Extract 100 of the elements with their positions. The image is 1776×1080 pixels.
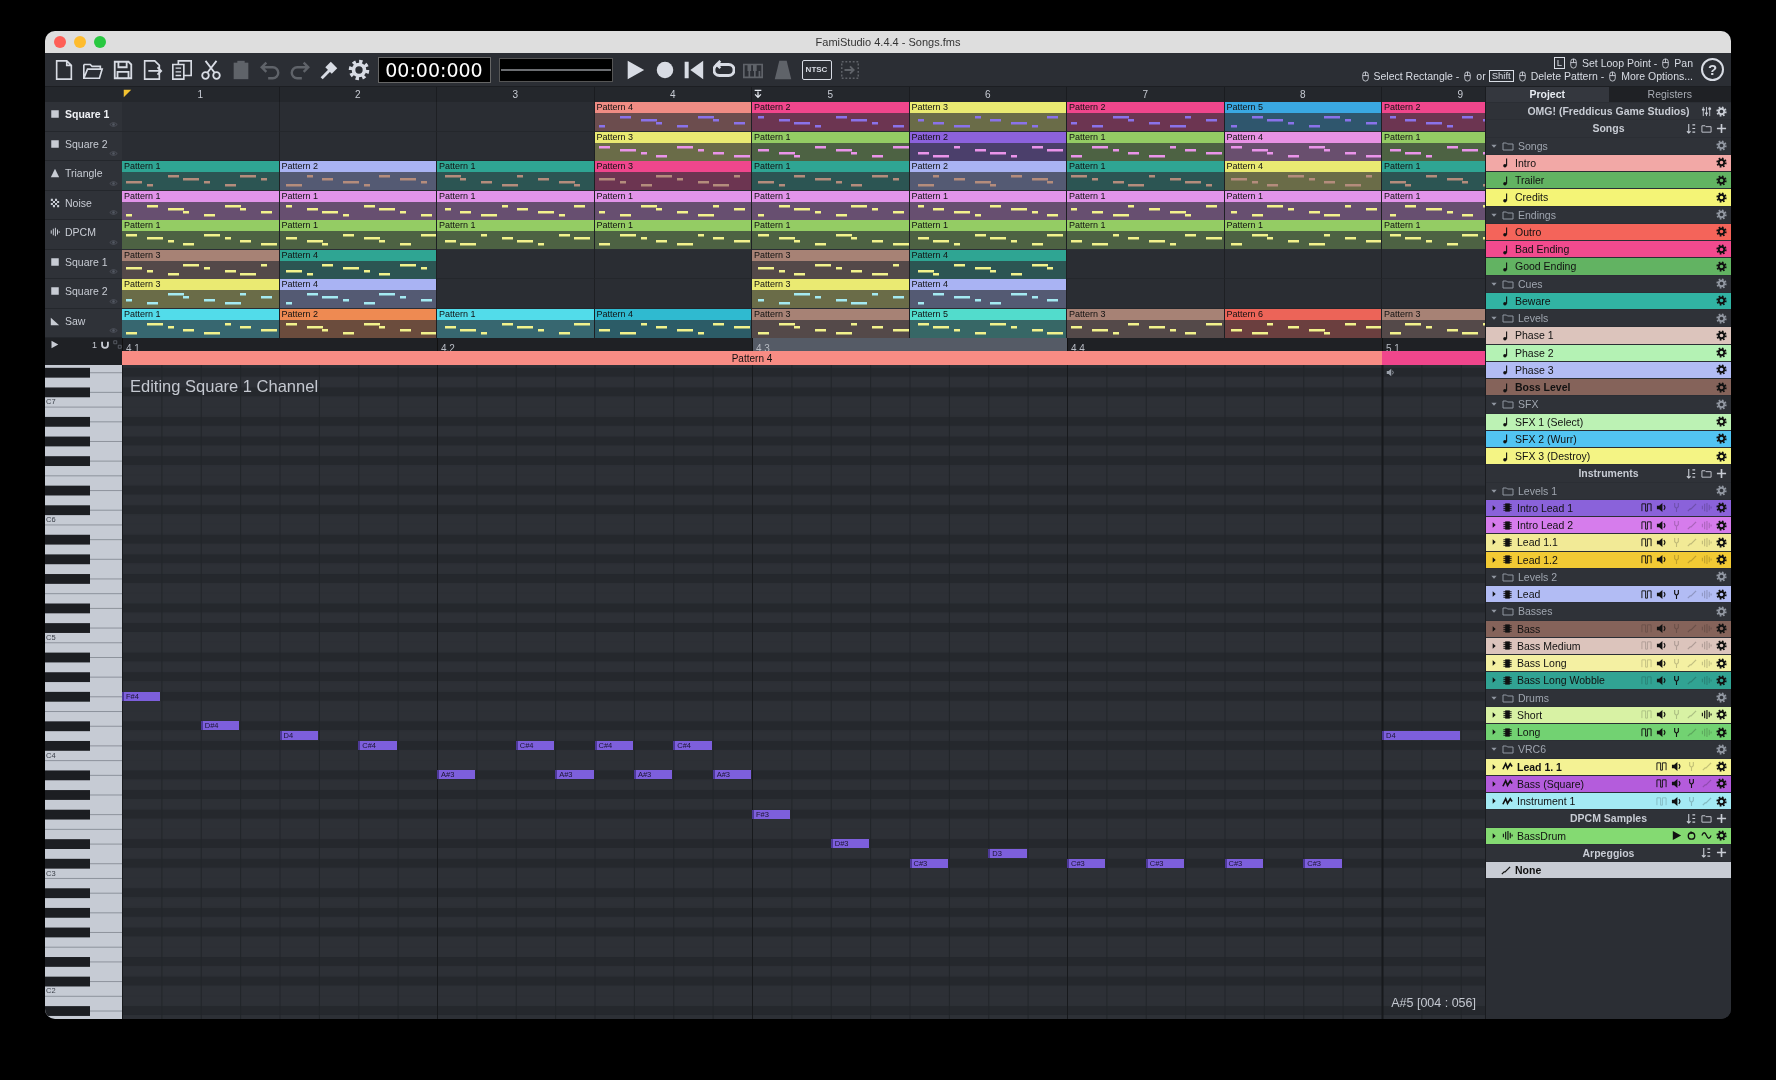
song-name: Phase 1 — [1515, 329, 1555, 342]
pattern-clip[interactable]: Pattern 3 — [909, 102, 1067, 132]
channel-header[interactable]: Triangle — [45, 161, 122, 191]
pattern-clip[interactable]: Pattern 1 — [1067, 131, 1225, 161]
song-item[interactable]: Beware — [1486, 292, 1731, 309]
pattern-clip[interactable]: Pattern 4 — [279, 279, 437, 309]
song-item[interactable]: Good Ending — [1486, 258, 1731, 275]
instrument-item[interactable]: Lead — [1486, 586, 1731, 603]
pattern-clip[interactable]: Pattern 2 — [1067, 102, 1225, 132]
instrument-item[interactable]: Bass Long Wobble — [1486, 672, 1731, 689]
pattern-label: Pattern 3 — [122, 249, 279, 261]
song-item[interactable]: Credits — [1486, 189, 1731, 206]
pattern-clip[interactable]: Pattern 1 — [437, 220, 595, 250]
pattern-clip[interactable]: Pattern 4 — [594, 308, 752, 338]
pattern-clip[interactable]: Pattern 3 — [752, 308, 910, 338]
channel-name: Triangle — [65, 167, 103, 179]
pattern-clip[interactable]: Pattern 2 — [909, 131, 1067, 161]
instrument-item[interactable]: Lead 1.2 — [1486, 551, 1731, 568]
pattern-clip[interactable]: Pattern 1 — [279, 190, 437, 220]
instrument-item[interactable]: Bass Long — [1486, 655, 1731, 672]
pattern-clip[interactable]: Pattern 1 — [909, 190, 1067, 220]
song-item[interactable]: Intro — [1486, 154, 1731, 171]
help-button[interactable]: ? — [1701, 58, 1724, 81]
pattern-clip[interactable]: Pattern 3 — [594, 131, 752, 161]
song-item[interactable]: Boss Level — [1486, 379, 1731, 396]
song-item[interactable]: SFX 2 (Wurr) — [1486, 430, 1731, 447]
column-number: 7 — [1142, 89, 1149, 100]
panel-tab[interactable]: Registers — [1608, 87, 1731, 102]
arpeggio-item[interactable]: None — [1486, 862, 1731, 879]
channel-header[interactable]: Square 1 — [45, 249, 122, 279]
pattern-clip[interactable]: Pattern 1 — [752, 161, 910, 191]
song-item[interactable]: Bad Ending — [1486, 241, 1731, 258]
pattern-clip[interactable]: Pattern 1 — [1224, 220, 1382, 250]
pattern-clip[interactable]: Pattern 1 — [437, 161, 595, 191]
pattern-clip[interactable]: Pattern 1 — [122, 220, 280, 250]
pattern-clip[interactable]: Pattern 1 — [437, 190, 595, 220]
song-item[interactable]: Phase 3 — [1486, 361, 1731, 378]
pattern-clip[interactable]: Pattern 3 — [1067, 308, 1225, 338]
instrument-item[interactable]: Bass (Square) — [1486, 775, 1731, 792]
pattern-clip[interactable]: Pattern 1 — [122, 161, 280, 191]
pattern-clip[interactable]: Pattern 1 — [1224, 190, 1382, 220]
pattern-label: Pattern 1 — [752, 190, 909, 202]
machine-button[interactable]: NTSC — [801, 59, 832, 80]
snap-value[interactable]: 1 — [92, 339, 97, 350]
channel-header[interactable]: Square 2 — [45, 131, 122, 161]
instrument-item[interactable]: Instrument 1 — [1486, 793, 1731, 810]
pattern-clip[interactable]: Pattern 1 — [594, 220, 752, 250]
pattern-clip[interactable]: Pattern 3 — [594, 161, 752, 191]
pattern-clip[interactable]: Pattern 2 — [909, 161, 1067, 191]
pattern-clip[interactable]: Pattern 3 — [122, 279, 280, 309]
pattern-clip[interactable]: Pattern 1 — [909, 220, 1067, 250]
pattern-clip[interactable]: Pattern 4 — [909, 249, 1067, 279]
pattern-clip[interactable]: Pattern 6 — [1224, 308, 1382, 338]
song-item[interactable]: SFX 3 (Destroy) — [1486, 448, 1731, 465]
pattern-clip[interactable]: Pattern 4 — [909, 279, 1067, 309]
song-item[interactable]: Outro — [1486, 223, 1731, 240]
song-item[interactable]: Phase 1 — [1486, 327, 1731, 344]
pattern-clip[interactable]: Pattern 1 — [752, 131, 910, 161]
pattern-bar[interactable]: Pattern 4 — [122, 351, 1382, 365]
pattern-clip[interactable]: Pattern 4 — [594, 102, 752, 132]
pattern-clip[interactable]: Pattern 3 — [752, 249, 910, 279]
channel-header[interactable]: Saw — [45, 308, 122, 338]
pattern-clip[interactable]: Pattern 1 — [437, 308, 595, 338]
pattern-clip[interactable]: Pattern 1 — [1067, 190, 1225, 220]
pattern-clip[interactable]: Pattern 3 — [122, 249, 280, 279]
instrument-item[interactable]: Lead 1. 1 — [1486, 758, 1731, 775]
pattern-clip[interactable]: Pattern 5 — [1224, 102, 1382, 132]
column-number: 1 — [197, 89, 204, 100]
song-item[interactable]: Phase 2 — [1486, 344, 1731, 361]
song-item[interactable]: Trailer — [1486, 172, 1731, 189]
pattern-clip[interactable]: Pattern 1 — [752, 220, 910, 250]
instrument-item[interactable]: Short — [1486, 706, 1731, 723]
pattern-clip[interactable]: Pattern 4 — [1224, 161, 1382, 191]
instrument-item[interactable]: Bass Medium — [1486, 637, 1731, 654]
pattern-clip[interactable]: Pattern 1 — [279, 220, 437, 250]
pattern-clip[interactable]: Pattern 2 — [279, 161, 437, 191]
instrument-item[interactable]: Lead 1.1 — [1486, 534, 1731, 551]
pattern-clip[interactable]: Pattern 2 — [752, 102, 910, 132]
pattern-clip[interactable]: Pattern 4 — [1224, 131, 1382, 161]
pattern-clip[interactable]: Pattern 1 — [752, 190, 910, 220]
pattern-label: Pattern 4 — [909, 249, 1066, 261]
song-item[interactable]: SFX 1 (Select) — [1486, 413, 1731, 430]
pattern-clip[interactable]: Pattern 4 — [279, 249, 437, 279]
channel-header[interactable]: Square 1 — [45, 102, 122, 132]
channel-header[interactable]: Square 2 — [45, 279, 122, 309]
channel-header[interactable]: Noise — [45, 190, 122, 220]
channel-header[interactable]: DPCM — [45, 220, 122, 250]
pattern-clip[interactable]: Pattern 2 — [279, 308, 437, 338]
channel-name: DPCM — [65, 226, 96, 238]
pattern-clip[interactable]: Pattern 5 — [909, 308, 1067, 338]
panel-tab[interactable]: Project — [1486, 87, 1609, 102]
pattern-clip[interactable]: Pattern 1 — [122, 308, 280, 338]
pattern-clip[interactable]: Pattern 1 — [1067, 220, 1225, 250]
pattern-clip[interactable]: Pattern 1 — [1067, 161, 1225, 191]
pattern-clip[interactable]: Pattern 3 — [752, 279, 910, 309]
instrument-item[interactable]: Long — [1486, 724, 1731, 741]
pattern-clip[interactable]: Pattern 1 — [594, 190, 752, 220]
sample-item[interactable]: BassDrum — [1486, 827, 1731, 844]
instrument-item[interactable]: Intro Lead 2 — [1486, 517, 1731, 534]
pattern-clip[interactable]: Pattern 1 — [122, 190, 280, 220]
